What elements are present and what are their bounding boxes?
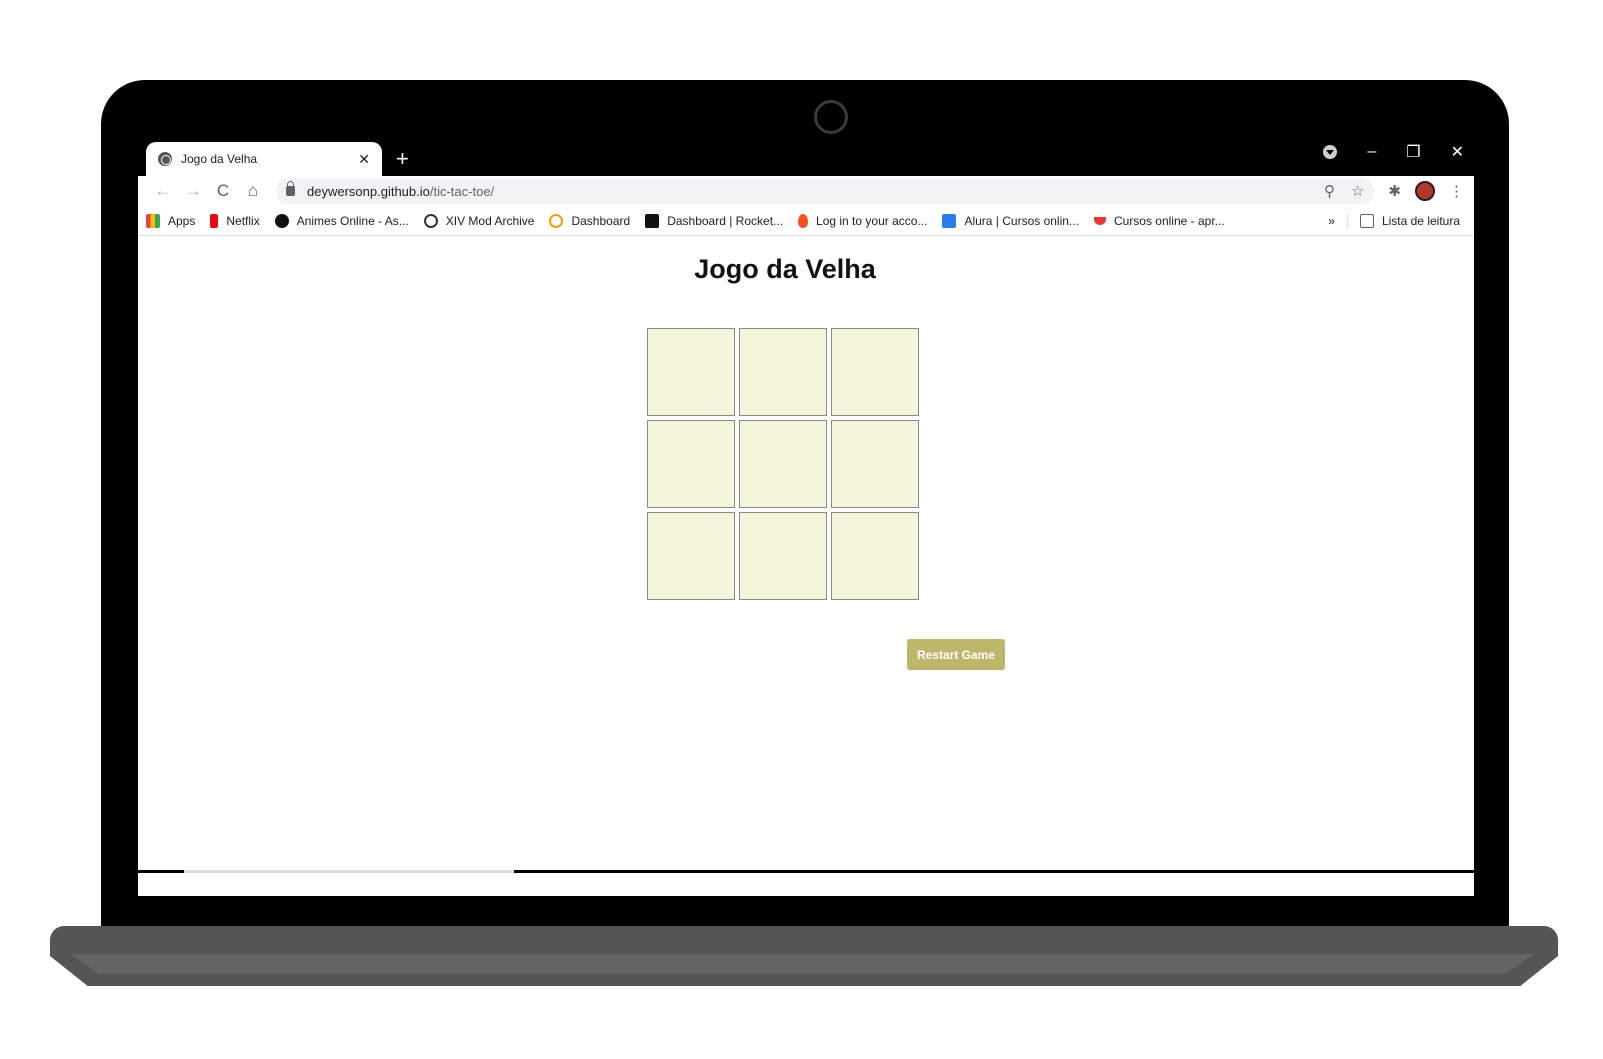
apps-grid-icon	[146, 213, 160, 228]
url-host: deywersonp.github.io	[307, 183, 430, 199]
bookmark-label: Log in to your acco...	[816, 213, 928, 228]
board-cell[interactable]	[831, 512, 919, 600]
avatar[interactable]	[1415, 181, 1435, 201]
game-board	[647, 328, 923, 604]
tab-close-icon[interactable]: ✕	[358, 151, 370, 168]
webcam	[814, 100, 848, 134]
bookmark-dashboard[interactable]: Dashboard	[549, 213, 631, 228]
bookmarks-bar: Apps Netflix Animes Online - As... XIV M…	[138, 206, 1474, 236]
forward-button[interactable]: →	[178, 181, 208, 201]
bookmark-login[interactable]: Log in to your acco...	[798, 213, 928, 228]
bookmark-xiv-mod-archive[interactable]: XIV Mod Archive	[423, 213, 535, 228]
more-bookmarks-button[interactable]: »	[1328, 214, 1335, 228]
browser-toolbar: ← → C ⌂ deywersonp.github.io /tic-tac-to…	[138, 176, 1474, 206]
board-cell[interactable]	[831, 328, 919, 416]
window-controls: – ❐ ✕	[1323, 142, 1464, 162]
star-icon[interactable]: ☆	[1351, 182, 1364, 200]
browser-window: Jogo da Velha ✕ + – ❐ ✕ ← → C ⌂ deywerso…	[138, 140, 1474, 896]
board-cell[interactable]	[647, 328, 735, 416]
url-path: /tic-tac-toe/	[429, 183, 495, 199]
bookmark-netflix[interactable]: Netflix	[210, 213, 260, 228]
reading-list-icon	[1359, 213, 1374, 228]
udemy-icon	[1093, 216, 1106, 225]
rocketseat-icon	[645, 213, 660, 228]
screen-bottom-edge	[138, 870, 1474, 873]
bookmark-label: Netflix	[226, 213, 260, 228]
bookmark-label: Apps	[168, 213, 196, 228]
tab-title: Jogo da Velha	[181, 152, 258, 166]
board-cell[interactable]	[739, 328, 827, 416]
close-window-button[interactable]: ✕	[1451, 142, 1464, 162]
board-cell[interactable]	[647, 512, 735, 600]
bookmark-label: Dashboard	[571, 213, 631, 228]
board-cell[interactable]	[739, 512, 827, 600]
home-button[interactable]: ⌂	[238, 181, 268, 201]
board-cell[interactable]	[647, 420, 735, 508]
board-cell[interactable]	[739, 420, 827, 508]
bookmark-alura[interactable]: Alura | Cursos onlin...	[942, 213, 1079, 228]
zoom-icon[interactable]: ⚲	[1324, 182, 1335, 200]
back-button[interactable]: ←	[148, 181, 178, 201]
flame-icon	[798, 213, 809, 228]
media-control-icon[interactable]	[1323, 145, 1338, 159]
bookmark-cursos-online[interactable]: Cursos online - apr...	[1093, 213, 1225, 228]
address-bar[interactable]: deywersonp.github.io /tic-tac-toe/ ⚲ ☆	[276, 178, 1375, 204]
dashboard-icon	[549, 213, 564, 228]
reload-button[interactable]: C	[208, 181, 238, 201]
new-tab-button[interactable]: +	[396, 146, 409, 172]
restore-button[interactable]: ❐	[1406, 142, 1420, 162]
bookmark-label: XIV Mod Archive	[445, 213, 535, 228]
tab-jogo-da-velha[interactable]: Jogo da Velha ✕	[146, 142, 382, 176]
restart-game-button[interactable]: Restart Game	[907, 639, 1005, 670]
globe-icon	[158, 152, 172, 166]
netflix-icon	[210, 213, 219, 228]
laptop-base-trim	[70, 954, 1534, 974]
minimize-button[interactable]: –	[1367, 143, 1376, 161]
board-cell[interactable]	[831, 420, 919, 508]
bookmarks-divider	[1346, 212, 1348, 229]
bookmark-apps[interactable]: Apps	[146, 213, 196, 228]
alura-icon	[942, 213, 957, 228]
xiv-mod-icon	[423, 213, 438, 228]
extensions-icon[interactable]: ✱	[1388, 182, 1401, 200]
scroll-indicator	[184, 870, 514, 873]
tab-strip: Jogo da Velha ✕ + – ❐ ✕	[138, 140, 1474, 176]
bookmark-label: Dashboard | Rocket...	[667, 213, 784, 228]
animes-online-icon	[274, 213, 289, 228]
bookmark-animes-online[interactable]: Animes Online - As...	[274, 213, 409, 228]
reading-list-label: Lista de leitura	[1381, 213, 1460, 228]
page-title: Jogo da Velha	[694, 254, 876, 284]
menu-icon[interactable]: ⋮	[1449, 182, 1464, 200]
bookmark-rocketseat[interactable]: Dashboard | Rocket...	[645, 213, 784, 228]
page-content: Jogo da Velha Restart Game	[138, 237, 1474, 896]
bookmark-label: Alura | Cursos onlin...	[964, 213, 1079, 228]
bookmark-label: Cursos online - apr...	[1113, 213, 1225, 228]
bookmark-label: Animes Online - As...	[296, 213, 409, 228]
lock-icon[interactable]	[286, 181, 295, 196]
reading-list-button[interactable]: Lista de leitura	[1359, 213, 1460, 228]
